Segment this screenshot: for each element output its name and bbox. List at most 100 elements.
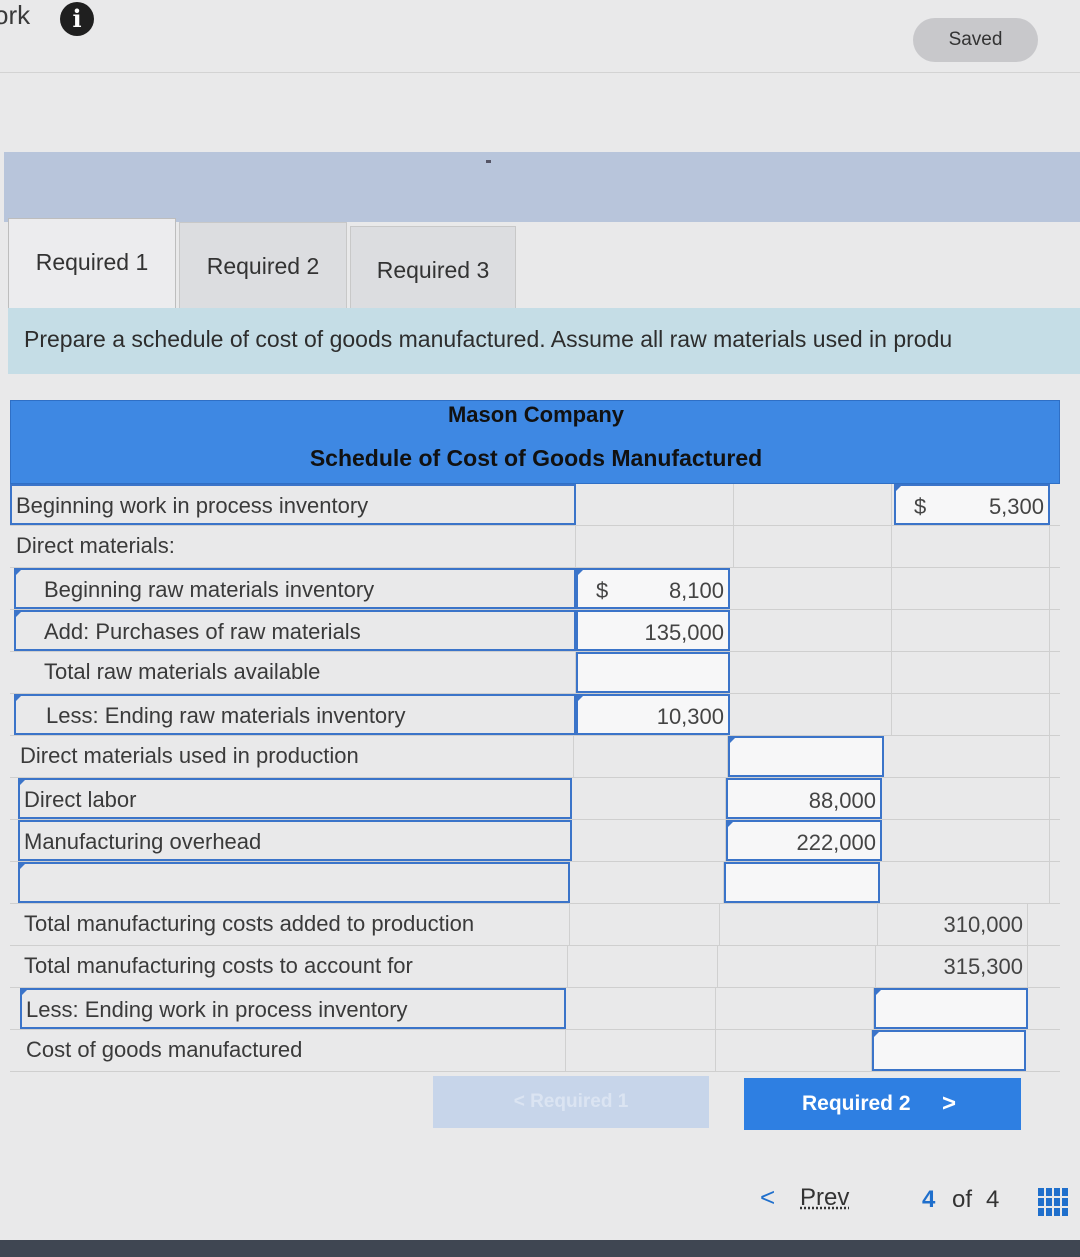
amount-input[interactable]: 10,300	[576, 694, 730, 735]
col-a-cell	[570, 904, 720, 945]
col-b-cell	[732, 694, 892, 735]
col-a-cell	[576, 526, 734, 567]
chevron-right-icon: >	[942, 1090, 957, 1117]
divider	[0, 72, 1080, 73]
row-label: Less: Ending raw materials inventory	[46, 703, 406, 728]
amount-input[interactable]: 222,000	[726, 820, 882, 861]
amount-input[interactable]: $ 8,100	[576, 568, 730, 609]
row-label-input[interactable]: Manufacturing overhead	[18, 820, 572, 861]
total-amount-cell: 310,000	[878, 904, 1028, 945]
amount-value: 315,300	[943, 954, 1023, 979]
col-b-cell	[732, 652, 892, 693]
tab-required-1[interactable]: Required 1	[8, 218, 176, 314]
col-a-cell	[574, 736, 728, 777]
col-a-cell	[576, 484, 734, 525]
col-b-cell	[716, 1030, 872, 1071]
total-amount-cell: 315,300	[876, 946, 1028, 987]
tab-label: Required 2	[206, 253, 320, 279]
col-a-cell	[572, 778, 726, 819]
tab-required-3[interactable]: Required 3	[350, 226, 516, 318]
amount-input[interactable]	[728, 736, 884, 777]
amount-input[interactable]: 88,000	[726, 778, 882, 819]
saved-status-badge: Saved	[913, 18, 1038, 62]
row-label: Total raw materials available	[14, 652, 576, 693]
col-b-cell	[720, 904, 878, 945]
row-label-input[interactable]: Beginning raw materials inventory	[14, 568, 576, 609]
col-c-cell	[884, 736, 1050, 777]
amount-value: 222,000	[796, 830, 876, 855]
col-c-cell	[892, 568, 1050, 609]
required-tabs: Required 1 Required 2 Required 3	[8, 218, 528, 318]
col-c-cell	[892, 610, 1050, 651]
input-flag	[874, 988, 883, 997]
assignment-title: ork	[0, 0, 31, 30]
table-row: Total raw materials available	[10, 652, 1060, 694]
amount-input[interactable]	[724, 862, 880, 903]
chevron-left-icon[interactable]: <	[760, 1182, 775, 1213]
row-label: Manufacturing overhead	[24, 829, 262, 854]
tab-required-2[interactable]: Required 2	[179, 222, 347, 314]
input-flag	[14, 568, 23, 577]
table-row	[10, 862, 1060, 904]
prev-page-link[interactable]: Prev	[800, 1184, 849, 1212]
total-pages: 4	[986, 1186, 1000, 1213]
next-required-button[interactable]: Required 2 >	[744, 1078, 1021, 1130]
table-row: Total manufacturing costs added to produ…	[10, 904, 1060, 946]
table-row: Direct materials used in production	[10, 736, 1060, 778]
input-flag	[14, 694, 23, 703]
row-label-input[interactable]: Add: Purchases of raw materials	[14, 610, 576, 651]
table-row: Direct materials:	[10, 526, 1060, 568]
bottom-bar	[0, 1240, 1080, 1257]
amount-input[interactable]	[576, 652, 730, 693]
amount-input[interactable]	[874, 988, 1028, 1029]
prev-required-button[interactable]: < Required 1	[433, 1076, 709, 1128]
current-page: 4	[922, 1186, 936, 1213]
row-label: Total manufacturing costs added to produ…	[20, 904, 570, 945]
row-label: Direct materials used in production	[14, 736, 574, 777]
grid-icon[interactable]	[1038, 1188, 1068, 1216]
row-label-input[interactable]: Less: Ending raw materials inventory	[14, 694, 576, 735]
row-label-input[interactable]: Beginning work in process inventory	[10, 484, 576, 525]
table-row: Less: Ending work in process inventory	[10, 988, 1060, 1030]
col-b-cell	[734, 484, 892, 525]
row-label: Direct labor	[24, 787, 137, 812]
amount-value: 8,100	[668, 578, 724, 603]
schedule-header: Mason Company Schedule of Cost of Goods …	[10, 400, 1060, 484]
col-b-cell	[718, 946, 876, 987]
band-mark	[486, 160, 491, 163]
info-icon[interactable]: i	[60, 2, 94, 36]
col-a-cell	[566, 1030, 716, 1071]
input-flag	[726, 820, 735, 829]
amount-value: 10,300	[656, 704, 724, 729]
row-label: Less: Ending work in process inventory	[26, 997, 408, 1022]
row-label-input[interactable]	[18, 862, 570, 903]
col-b-cell	[716, 988, 874, 1029]
amount-input[interactable]: 135,000	[576, 610, 730, 651]
row-label: Direct materials:	[10, 526, 576, 567]
input-flag	[576, 694, 585, 703]
row-label: Total manufacturing costs to account for	[20, 946, 568, 987]
col-a-cell	[572, 820, 726, 861]
input-flag	[894, 484, 903, 493]
table-row: Total manufacturing costs to account for…	[10, 946, 1060, 988]
input-flag	[14, 610, 23, 619]
input-flag	[576, 568, 585, 577]
col-a-cell	[568, 946, 718, 987]
input-flag	[872, 1030, 881, 1039]
table-row: Beginning raw materials inventory $ 8,10…	[10, 568, 1060, 610]
col-c-cell	[892, 652, 1050, 693]
amount-input[interactable]	[872, 1030, 1026, 1071]
row-label: Cost of goods manufactured	[20, 1030, 566, 1071]
amount-input[interactable]: $ 5,300	[894, 484, 1050, 525]
tab-label: Required 1	[35, 249, 149, 275]
currency-symbol: $	[596, 578, 609, 603]
table-row: Less: Ending raw materials inventory 10,…	[10, 694, 1060, 736]
input-flag	[18, 778, 27, 787]
page-of-label: of	[952, 1186, 973, 1213]
col-c-cell	[882, 820, 1050, 861]
col-c-cell	[880, 862, 1050, 903]
company-name: Mason Company	[447, 402, 625, 427]
row-label-input[interactable]: Less: Ending work in process inventory	[20, 988, 566, 1029]
question-header-band	[4, 152, 1080, 222]
row-label-input[interactable]: Direct labor	[18, 778, 572, 819]
